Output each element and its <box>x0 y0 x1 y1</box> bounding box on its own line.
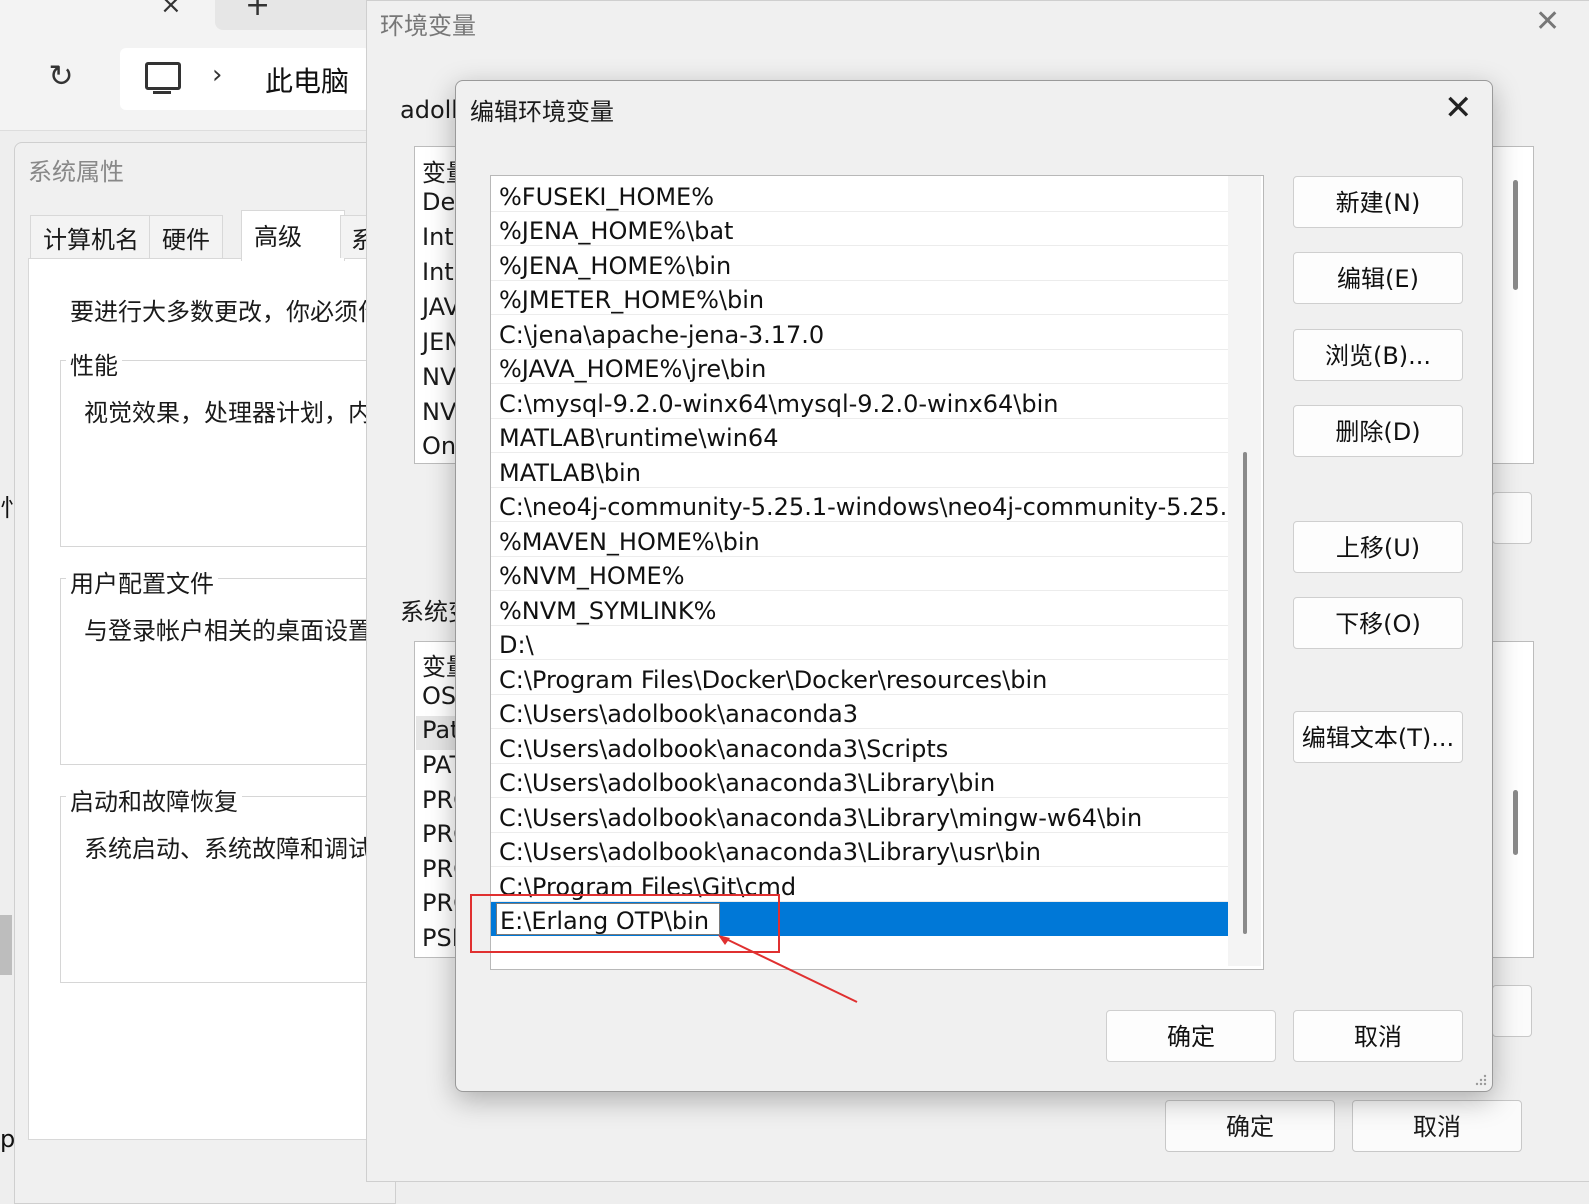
close-icon[interactable]: ✕ <box>1444 88 1473 128</box>
path-item[interactable]: %FUSEKI_HOME% <box>491 178 1228 212</box>
resize-grip-icon[interactable] <box>1473 1072 1487 1086</box>
path-item[interactable]: %NVM_HOME% <box>491 557 1228 591</box>
path-item[interactable]: %JENA_HOME%\bin <box>491 247 1228 281</box>
path-item[interactable]: %NVM_SYMLINK% <box>491 592 1228 626</box>
user-var-row[interactable]: Int <box>422 258 454 286</box>
path-item[interactable]: C:\Program Files\Docker\Docker\resources… <box>491 661 1228 695</box>
path-item[interactable]: %JENA_HOME%\bat <box>491 212 1228 246</box>
path-item[interactable]: MATLAB\runtime\win64 <box>491 419 1228 453</box>
cancel-button[interactable]: 取消 <box>1293 1010 1463 1062</box>
computer-icon-stand <box>153 91 171 94</box>
new-tab-area[interactable] <box>215 0 375 30</box>
path-item[interactable]: C:\neo4j-community-5.25.1-windows\neo4j-… <box>491 488 1228 522</box>
delete-button[interactable]: 删除(D) <box>1293 405 1463 457</box>
breadcrumb-chevron-icon[interactable]: › <box>212 60 222 90</box>
computer-icon <box>145 62 181 90</box>
user-var-row[interactable]: NV <box>422 363 456 391</box>
new-tab-plus-icon[interactable]: + <box>245 0 270 23</box>
user-vars-button-fragment[interactable] <box>1492 492 1532 544</box>
path-item[interactable]: %JMETER_HOME%\bin <box>491 281 1228 315</box>
path-item[interactable]: D:\ <box>491 626 1228 660</box>
user-profiles-group <box>60 578 382 765</box>
edit-button[interactable]: 编辑(E) <box>1293 252 1463 304</box>
close-tab-icon[interactable]: × <box>160 0 182 20</box>
edit-text-button[interactable]: 编辑文本(T)... <box>1293 711 1463 763</box>
tab-computer-name[interactable]: 计算机名 <box>30 215 152 258</box>
move-down-button[interactable]: 下移(O) <box>1293 597 1463 649</box>
dialog-title: 编辑环境变量 <box>470 98 614 126</box>
performance-header: 性能 <box>66 346 122 381</box>
env-ok-button[interactable]: 确定 <box>1165 1100 1335 1152</box>
performance-desc: 视觉效果，处理器计划，内 <box>84 399 372 427</box>
startup-recovery-group <box>60 796 382 983</box>
system-properties-title: 系统属性 <box>28 158 124 186</box>
ok-button[interactable]: 确定 <box>1106 1010 1276 1062</box>
clipped-text: p <box>0 1125 16 1153</box>
browse-button[interactable]: 浏览(B)... <box>1293 329 1463 381</box>
user-var-row[interactable]: Int <box>422 223 454 251</box>
path-item[interactable]: C:\mysql-9.2.0-winx64\mysql-9.2.0-winx64… <box>491 385 1228 419</box>
system-vars-scrollbar[interactable] <box>1513 790 1518 855</box>
user-var-row[interactable]: On <box>422 432 456 460</box>
close-icon[interactable]: ✕ <box>1535 4 1560 39</box>
path-item[interactable]: %MAVEN_HOME%\bin <box>491 523 1228 557</box>
user-profiles-desc: 与登录帐户相关的桌面设置 <box>84 617 372 645</box>
new-button[interactable]: 新建(N) <box>1293 176 1463 228</box>
system-var-row[interactable]: OS <box>422 682 456 710</box>
user-var-row[interactable]: De <box>422 188 455 216</box>
path-item[interactable]: C:\Users\adolbook\anaconda3 <box>491 695 1228 729</box>
path-item[interactable]: C:\Users\adolbook\anaconda3\Library\ming… <box>491 799 1228 833</box>
path-list-scrollbar-thumb[interactable] <box>1243 452 1247 934</box>
path-item[interactable]: C:\Users\adolbook\anaconda3\Library\bin <box>491 764 1228 798</box>
path-item[interactable]: C:\Users\adolbook\anaconda3\Scripts <box>491 730 1228 764</box>
startup-recovery-header: 启动和故障恢复 <box>66 782 242 817</box>
admin-note: 要进行大多数更改，你必须作 <box>70 298 382 326</box>
startup-recovery-desc: 系统启动、系统故障和调试 <box>84 835 372 863</box>
environment-variables-title: 环境变量 <box>380 12 476 40</box>
path-item[interactable]: MATLAB\bin <box>491 454 1228 488</box>
env-cancel-button[interactable]: 取消 <box>1352 1100 1522 1152</box>
refresh-icon[interactable]: ↻ <box>44 60 78 94</box>
tab-hardware[interactable]: 硬件 <box>149 215 223 258</box>
breadcrumb-this-pc[interactable]: 此电脑 <box>265 60 349 100</box>
path-item[interactable]: %JAVA_HOME%\jre\bin <box>491 350 1228 384</box>
annotation-arrow <box>718 935 858 1003</box>
path-item[interactable]: C:\jena\apache-jena-3.17.0 <box>491 316 1228 350</box>
performance-group <box>60 360 382 547</box>
system-var-row[interactable]: PSI <box>422 924 459 952</box>
tab-advanced[interactable]: 高级 <box>241 210 345 261</box>
user-profiles-header: 用户配置文件 <box>66 564 218 599</box>
user-var-row[interactable]: NV <box>422 398 456 426</box>
move-up-button[interactable]: 上移(U) <box>1293 521 1463 573</box>
scrollbar-fragment <box>0 915 12 975</box>
user-vars-scrollbar[interactable] <box>1513 180 1518 290</box>
path-list[interactable]: %FUSEKI_HOME% %JENA_HOME%\bat %JENA_HOME… <box>490 175 1264 970</box>
system-vars-button-fragment[interactable] <box>1492 985 1532 1037</box>
path-item[interactable]: C:\Users\adolbook\anaconda3\Library\usr\… <box>491 833 1228 867</box>
